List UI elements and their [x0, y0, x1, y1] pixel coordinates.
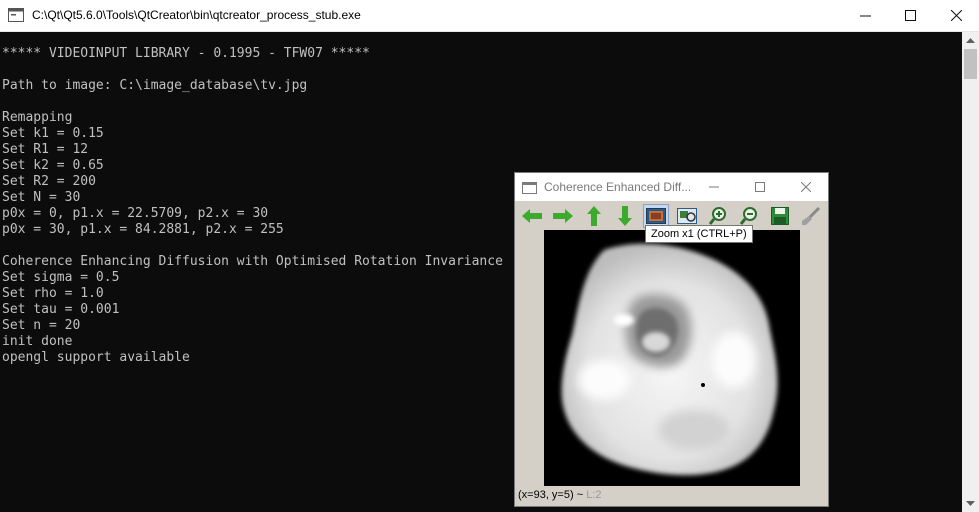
console-output: ***** VIDEOINPUT LIBRARY - 0.1995 - TFW0…: [2, 46, 503, 366]
console-title: C:\Qt\Qt5.6.0\Tools\QtCreator\bin\qtcrea…: [32, 8, 361, 22]
save-icon[interactable]: [767, 204, 793, 228]
status-channel: L:2: [586, 489, 602, 501]
console-line: Set N = 30: [2, 190, 81, 205]
console-line: Coherence Enhancing Diffusion with Optim…: [2, 254, 503, 269]
image-canvas[interactable]: [544, 230, 800, 486]
console-line: ***** VIDEOINPUT LIBRARY - 0.1995 - TFW0…: [2, 46, 370, 61]
console-line: init done: [2, 334, 73, 349]
minimize-button[interactable]: [842, 0, 888, 31]
close-button[interactable]: [933, 0, 979, 31]
arrow-left-icon[interactable]: [519, 204, 545, 228]
arrow-right-icon[interactable]: [550, 204, 576, 228]
console-app-icon: [8, 8, 24, 22]
properties-brush-icon[interactable]: [798, 204, 824, 228]
viewer-app-icon: [522, 181, 537, 194]
console-line: p0x = 30, p1.x = 84.2881, p2.x = 255: [2, 222, 284, 237]
viewer-titlebar[interactable]: Coherence Enhanced Diff...: [515, 173, 828, 201]
console-line: Set k2 = 0.65: [2, 158, 104, 173]
viewer-maximize-button[interactable]: [737, 173, 783, 201]
console-line: p0x = 0, p1.x = 22.5709, p2.x = 30: [2, 206, 269, 221]
console-line: Set k1 = 0.15: [2, 126, 104, 141]
maximize-button[interactable]: [887, 0, 933, 31]
console-scrollbar[interactable]: [962, 32, 979, 512]
arrow-up-icon[interactable]: [581, 204, 607, 228]
zoom-tooltip: Zoom x1 (CTRL+P): [645, 225, 753, 243]
diffused-image: [561, 243, 778, 476]
console-line: opengl support available: [2, 350, 190, 365]
arrow-down-icon[interactable]: [612, 204, 638, 228]
console-line: Remapping: [2, 110, 73, 125]
image-viewer-window: Coherence Enhanced Diff... (x=93, y=5) ~…: [514, 172, 829, 507]
console-line: Set n = 20: [2, 318, 81, 333]
scroll-up-arrow-icon[interactable]: [962, 32, 979, 49]
status-coords: (x=93, y=5) ~: [518, 489, 584, 501]
console-line: Set sigma = 0.5: [2, 270, 120, 285]
console-line: Set tau = 0.001: [2, 302, 120, 317]
scroll-down-arrow-icon[interactable]: [962, 495, 979, 512]
console-line: Set rho = 1.0: [2, 286, 104, 301]
console-titlebar[interactable]: C:\Qt\Qt5.6.0\Tools\QtCreator\bin\qtcrea…: [0, 0, 979, 32]
console-window: C:\Qt\Qt5.6.0\Tools\QtCreator\bin\qtcrea…: [0, 0, 979, 512]
console-line: Path to image: C:\image_database\tv.jpg: [2, 78, 308, 93]
viewer-minimize-button[interactable]: [691, 173, 737, 201]
console-line: Set R1 = 12: [2, 142, 89, 157]
console-line: Set R2 = 200: [2, 174, 96, 189]
scroll-thumb[interactable]: [964, 49, 977, 79]
viewer-close-button[interactable]: [783, 173, 829, 201]
status-bar: (x=93, y=5) ~ L:2: [518, 489, 601, 501]
viewer-title: Coherence Enhanced Diff...: [544, 180, 692, 194]
